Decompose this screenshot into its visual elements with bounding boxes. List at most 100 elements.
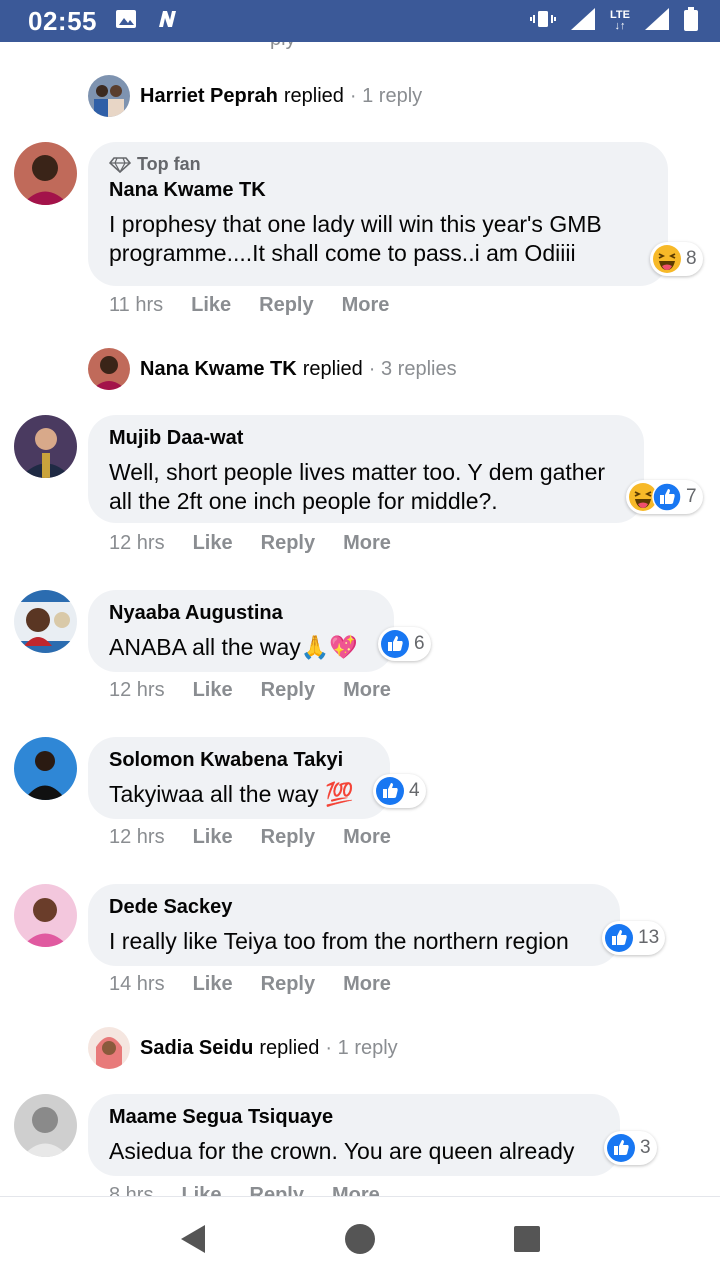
comment-time[interactable]: 12 hrs: [109, 826, 165, 849]
top-fan-label: Top fan: [137, 154, 201, 174]
more-button[interactable]: More: [343, 532, 391, 555]
comment-bubble[interactable]: Dede Sackey I really like Teiya too from…: [88, 884, 620, 966]
avatar[interactable]: [14, 737, 77, 800]
reaction-summary[interactable]: 6: [378, 627, 431, 661]
like-button[interactable]: Like: [193, 532, 233, 555]
like-icon: [607, 1134, 635, 1162]
haha-icon: [653, 245, 681, 273]
status-bar: 02:55 LTE ↓↑: [0, 0, 720, 42]
replies-link[interactable]: Nana Kwame TK replied · 3 replies: [88, 348, 457, 390]
reply-author[interactable]: Sadia Seidu: [140, 1037, 253, 1060]
like-button[interactable]: Like: [193, 973, 233, 996]
avatar[interactable]: [88, 348, 130, 390]
lte-icon: LTE ↓↑: [610, 10, 630, 32]
reply-button[interactable]: Reply: [250, 1184, 304, 1196]
more-button[interactable]: More: [343, 973, 391, 996]
more-button[interactable]: More: [332, 1184, 380, 1196]
reply-button[interactable]: Reply: [261, 532, 315, 555]
comment-author[interactable]: Dede Sackey: [109, 896, 599, 919]
reaction-count: 4: [409, 780, 420, 801]
comments-list[interactable]: ply Harriet Peprah replied · 1 reply Top…: [0, 42, 720, 1196]
avatar[interactable]: [88, 75, 130, 117]
comment-text: I prophesy that one lady will win this y…: [109, 211, 602, 266]
n-app-icon: [155, 9, 181, 34]
like-icon: [652, 482, 682, 512]
comment-text: Asiedua for the crown. You are queen alr…: [109, 1138, 575, 1164]
battery-icon: [684, 6, 698, 36]
reaction-summary[interactable]: 7: [626, 480, 703, 514]
like-icon: [381, 630, 409, 658]
reply-button[interactable]: Reply: [261, 679, 315, 702]
vibrate-icon: [530, 9, 557, 34]
like-icon: [605, 924, 633, 952]
avatar[interactable]: [14, 884, 77, 947]
status-time: 02:55: [28, 5, 97, 36]
comment-time[interactable]: 12 hrs: [109, 679, 165, 702]
diamond-icon: [109, 156, 131, 173]
comment-author[interactable]: Nyaaba Augustina: [109, 602, 373, 625]
more-button[interactable]: More: [343, 826, 391, 849]
comment-bubble[interactable]: Solomon Kwabena Takyi Takyiwaa all the w…: [88, 737, 390, 819]
comment-author[interactable]: Solomon Kwabena Takyi: [109, 749, 369, 772]
comment-actions: 11 hrs Like Reply More: [109, 294, 389, 317]
avatar[interactable]: [14, 590, 77, 653]
comment-text: ANABA all the way🙏💖: [109, 634, 359, 660]
avatar[interactable]: [14, 142, 77, 205]
reply-count[interactable]: · 3 replies: [369, 358, 457, 381]
clipped-text: ply: [270, 42, 310, 50]
comment-time[interactable]: 11 hrs: [109, 294, 163, 317]
more-button[interactable]: More: [343, 679, 391, 702]
comment-author[interactable]: Maame Segua Tsiquaye: [109, 1106, 599, 1129]
image-icon: [115, 9, 137, 34]
reply-author[interactable]: Harriet Peprah: [140, 85, 278, 108]
comment-bubble[interactable]: Top fan Nana Kwame TK I prophesy that on…: [88, 142, 668, 286]
comment-actions: 14 hrs Like Reply More: [109, 973, 391, 996]
avatar[interactable]: [88, 1027, 130, 1069]
comment-author[interactable]: Nana Kwame TK: [109, 179, 647, 202]
reply-word: replied: [302, 357, 363, 380]
home-icon[interactable]: [340, 1219, 380, 1259]
back-icon[interactable]: [173, 1219, 213, 1259]
comment-text: Takyiwaa all the way 💯: [109, 781, 354, 807]
avatar[interactable]: [14, 1094, 77, 1157]
comment-actions: 12 hrs Like Reply More: [109, 679, 391, 702]
reply-count[interactable]: · 1 reply: [350, 85, 422, 108]
data-arrows-icon: ↓↑: [614, 20, 626, 32]
recents-icon[interactable]: [507, 1219, 547, 1259]
comment-actions: 8 hrs Like Reply More: [109, 1184, 380, 1196]
top-fan-badge: Top fan: [109, 154, 647, 175]
reply-button[interactable]: Reply: [261, 973, 315, 996]
signal-icon: [570, 7, 596, 36]
replies-link[interactable]: Harriet Peprah replied · 1 reply: [88, 75, 422, 117]
replies-link[interactable]: Sadia Seidu replied · 1 reply: [88, 1027, 398, 1069]
like-button[interactable]: Like: [181, 1184, 221, 1196]
comment-time[interactable]: 14 hrs: [109, 973, 165, 996]
like-button[interactable]: Like: [193, 826, 233, 849]
reaction-summary[interactable]: 3: [604, 1131, 657, 1165]
like-button[interactable]: Like: [191, 294, 231, 317]
comment-bubble[interactable]: Mujib Daa-wat Well, short people lives m…: [88, 415, 644, 523]
comment-time[interactable]: 8 hrs: [109, 1184, 153, 1196]
comment-bubble[interactable]: Maame Segua Tsiquaye Asiedua for the cro…: [88, 1094, 620, 1176]
reaction-summary[interactable]: 13: [602, 921, 666, 955]
reaction-count: 6: [414, 633, 425, 654]
comment-time[interactable]: 12 hrs: [109, 532, 165, 555]
navigation-bar: [0, 1196, 720, 1280]
comment-actions: 12 hrs Like Reply More: [109, 532, 391, 555]
reaction-count: 8: [686, 248, 697, 269]
reply-author[interactable]: Nana Kwame TK: [140, 358, 297, 381]
reaction-count: 7: [686, 486, 697, 507]
comment-bubble[interactable]: Nyaaba Augustina ANABA all the way🙏💖: [88, 590, 394, 672]
reply-word: replied: [259, 1036, 320, 1059]
more-button[interactable]: More: [342, 294, 390, 317]
avatar[interactable]: [14, 415, 77, 478]
signal-icon: [644, 7, 670, 36]
reaction-summary[interactable]: 4: [373, 774, 426, 808]
like-button[interactable]: Like: [193, 679, 233, 702]
reply-count[interactable]: · 1 reply: [325, 1037, 397, 1060]
comment-author[interactable]: Mujib Daa-wat: [109, 427, 623, 450]
reply-button[interactable]: Reply: [261, 826, 315, 849]
reaction-count: 13: [638, 927, 660, 948]
reply-button[interactable]: Reply: [259, 294, 313, 317]
reaction-summary[interactable]: 8: [650, 242, 703, 276]
